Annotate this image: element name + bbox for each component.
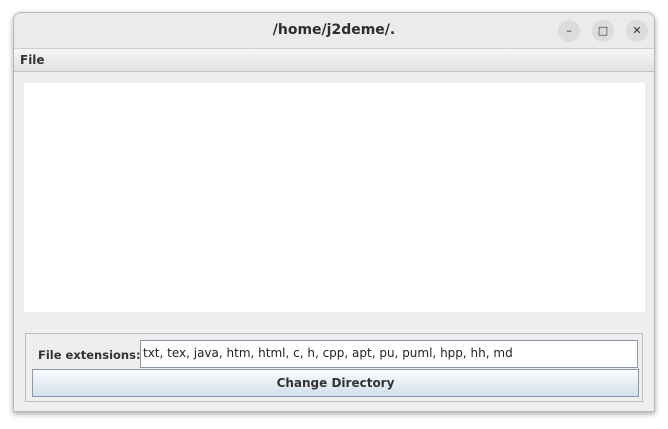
minimize-icon[interactable]: – bbox=[558, 20, 580, 42]
app-window: /home/j2deme/. – □ ✕ File File extension… bbox=[13, 12, 655, 412]
title-bar[interactable]: /home/j2deme/. – □ ✕ bbox=[14, 13, 654, 49]
change-directory-button[interactable]: Change Directory bbox=[32, 369, 639, 397]
menu-file[interactable]: File bbox=[20, 53, 45, 67]
menu-bar: File bbox=[14, 49, 654, 72]
file-extensions-label: File extensions: bbox=[38, 348, 141, 362]
controls-panel: File extensions: txt, tex, java, htm, ht… bbox=[25, 333, 643, 402]
file-extensions-input[interactable]: txt, tex, java, htm, html, c, h, cpp, ap… bbox=[140, 340, 638, 368]
close-icon[interactable]: ✕ bbox=[626, 20, 648, 42]
maximize-icon[interactable]: □ bbox=[592, 20, 614, 42]
content-area[interactable] bbox=[24, 83, 645, 312]
